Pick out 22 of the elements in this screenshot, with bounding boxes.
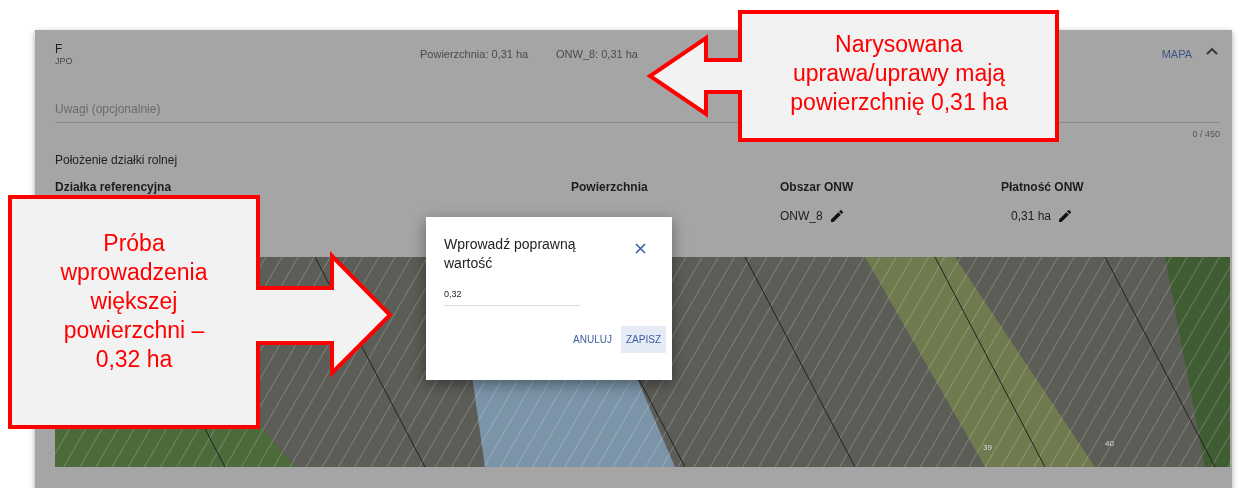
column-header: Obszar ONW [780, 180, 855, 194]
table-cell: ONW_8 [780, 209, 823, 223]
area-summary: Powierzchnia: 0,31 ha [420, 48, 530, 60]
chevron-icon[interactable] [1206, 47, 1218, 55]
column-header: Działka referencyjna [55, 180, 173, 194]
parcel-title: F [55, 42, 64, 56]
onw-summary: ONW_8: 0,31 ha [556, 48, 639, 60]
column-header: Powierzchnia [571, 180, 649, 194]
pencil-icon[interactable] [1057, 208, 1074, 224]
map-label: 39 [983, 443, 992, 452]
parcel-subtitle: JPO [55, 56, 74, 66]
map-link[interactable]: MAPA [1161, 48, 1192, 60]
save-button[interactable]: ZAPISZ [621, 326, 666, 353]
cancel-button[interactable]: ANULUJ [568, 326, 617, 353]
callout-text: Próba wprowadzenia większej powierzchni – 0,32 ha [59, 229, 209, 374]
dialog-title: Wprowadź poprawną wartość [444, 235, 577, 273]
character-counter: 0 / 450 [1191, 129, 1220, 139]
table-cell: 0,31 ha [1011, 209, 1052, 223]
map-label: 40 [1105, 439, 1114, 448]
pencil-icon[interactable] [828, 208, 845, 224]
section-heading: Położenie działki rolnej [55, 153, 179, 167]
column-header: Płatność ONW [1001, 180, 1085, 194]
